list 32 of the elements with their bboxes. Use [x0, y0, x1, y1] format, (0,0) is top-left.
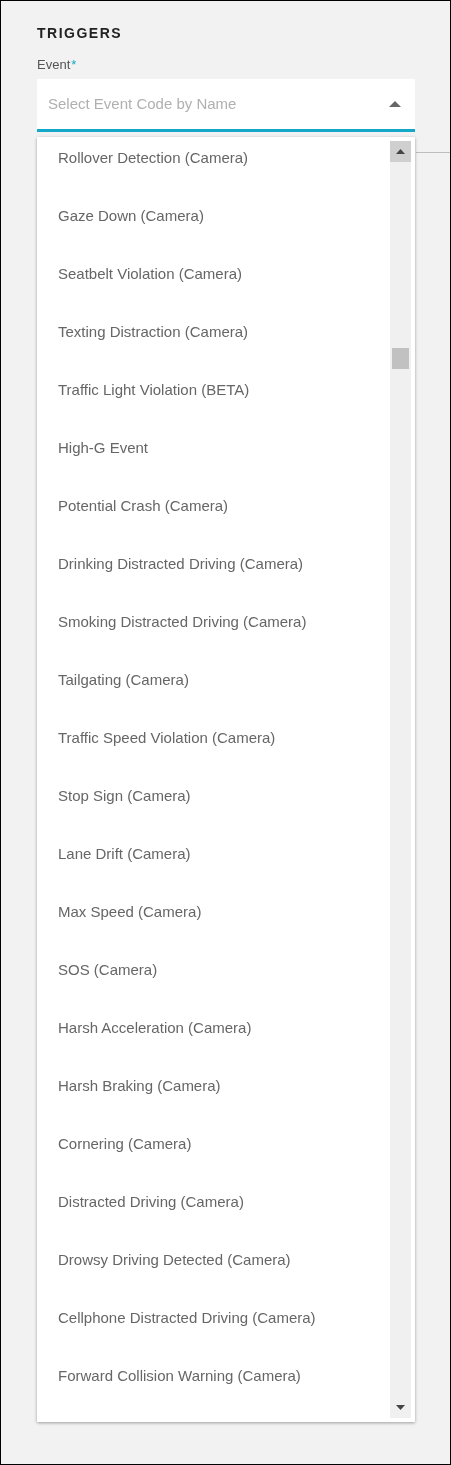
dropdown-option[interactable]: Gaze Down (Camera): [37, 187, 390, 245]
dropdown-option[interactable]: Drowsy Driving Detected (Camera): [37, 1231, 390, 1289]
dropdown-option[interactable]: Tailgating (Camera): [37, 651, 390, 709]
dropdown-option[interactable]: Smoking Distracted Driving (Camera): [37, 593, 390, 651]
dropdown-option[interactable]: SOS (Camera): [37, 941, 390, 999]
dropdown-option[interactable]: Forward Collision Warning (Camera): [37, 1347, 390, 1405]
required-mark: *: [71, 57, 77, 73]
dropdown-option[interactable]: Cellphone Distracted Driving (Camera): [37, 1289, 390, 1347]
dropdown-option[interactable]: Traffic Light Violation (BETA): [37, 361, 390, 419]
event-select-field[interactable]: Select Event Code by Name: [37, 79, 415, 132]
caret-up-icon[interactable]: [389, 101, 401, 107]
dropdown-option[interactable]: High-G Event: [37, 419, 390, 477]
dropdown-option[interactable]: Harsh Acceleration (Camera): [37, 999, 390, 1057]
dropdown-option[interactable]: Cornering (Camera): [37, 1115, 390, 1173]
dropdown-option[interactable]: Traffic Speed Violation (Camera): [37, 709, 390, 767]
dropdown-option[interactable]: Lane Drift (Camera): [37, 825, 390, 883]
dropdown-option[interactable]: Potential Crash (Camera): [37, 477, 390, 535]
dropdown-option[interactable]: Seatbelt Violation (Camera): [37, 245, 390, 303]
dropdown-option[interactable]: Max Speed (Camera): [37, 883, 390, 941]
dropdown-option[interactable]: Stop Sign (Camera): [37, 767, 390, 825]
scrollbar-thumb[interactable]: [392, 348, 409, 369]
scrollbar[interactable]: [390, 141, 411, 1418]
dropdown-option[interactable]: Rollover Detection (Camera): [37, 137, 390, 187]
event-search-input[interactable]: Select Event Code by Name: [48, 92, 389, 116]
scroll-up-icon[interactable]: [396, 149, 405, 154]
scroll-down-icon[interactable]: [396, 1405, 405, 1410]
section-title: TRIGGERS: [37, 24, 123, 43]
dropdown-option[interactable]: Distracted Driving (Camera): [37, 1173, 390, 1231]
dropdown-option[interactable]: Texting Distraction (Camera): [37, 303, 390, 361]
dropdown-option[interactable]: Harsh Braking (Camera): [37, 1057, 390, 1115]
dropdown-option[interactable]: Drinking Distracted Driving (Camera): [37, 535, 390, 593]
field-label: Event: [37, 57, 71, 73]
